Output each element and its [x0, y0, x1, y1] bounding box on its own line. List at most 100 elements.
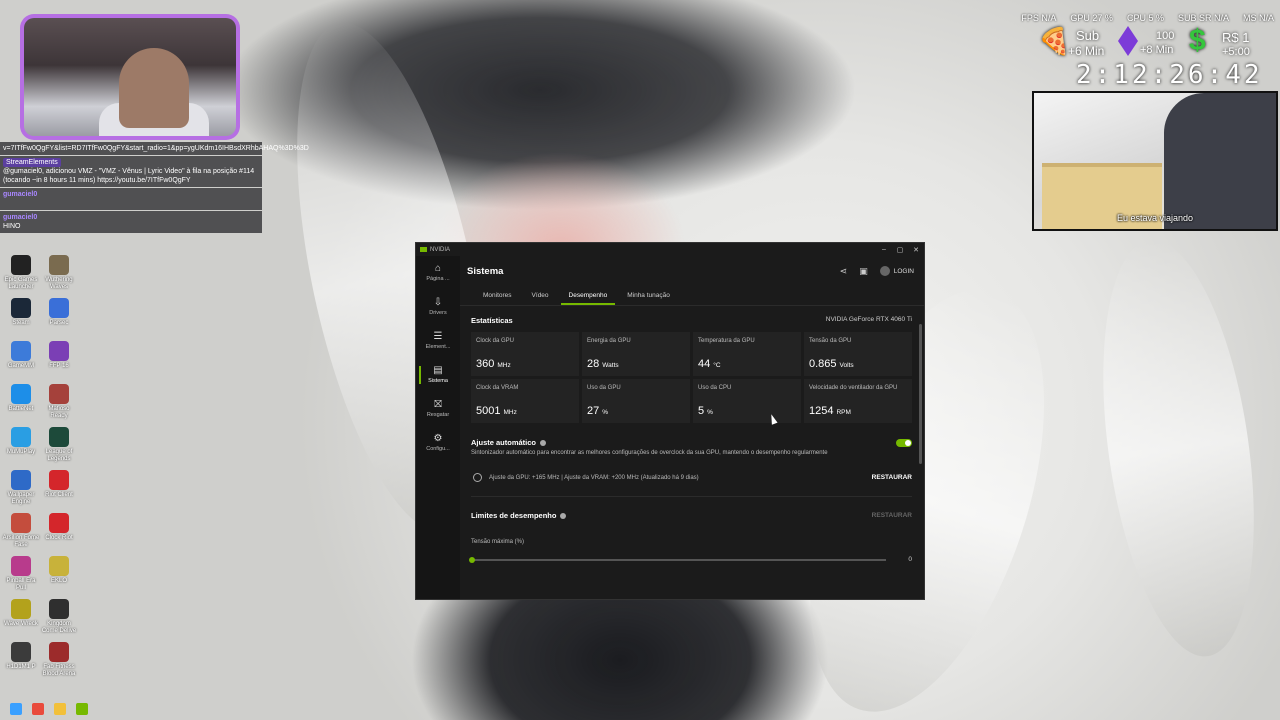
tab[interactable]: Minha tunação — [619, 292, 678, 305]
app-icon — [49, 599, 69, 619]
desktop-icon[interactable]: Kingdom Come Delive — [40, 599, 78, 635]
sidebar-item-label: Drivers — [429, 310, 447, 316]
desktop-icon[interactable]: League of Legends — [40, 427, 78, 463]
sidebar-item[interactable]: ⇩ Drivers — [416, 290, 460, 324]
desktop-icon[interactable]: Mafioso Ready — [40, 384, 78, 420]
desktop-icon-label: Parsec — [49, 320, 69, 326]
app-icon — [11, 255, 31, 275]
max-voltage-slider[interactable] — [469, 556, 886, 563]
nvidia-app-window: NVIDIA – ▢ ✕ ⌂ Página ... ⇩ Drivers ☰ Element… — [415, 242, 925, 600]
ms-stat: MS N/A — [1242, 13, 1274, 23]
login-button[interactable]: LOGIN — [879, 266, 914, 276]
desktop-icon[interactable]: Epic Games Launcher — [2, 255, 40, 291]
limits-restore-button[interactable]: RESTAURAR — [872, 512, 912, 519]
gpu-stat: GPU 27 % — [1070, 13, 1113, 23]
desktop-icon-label: MuMuPlay — [6, 449, 36, 455]
desktop-icon[interactable]: H1D1M1 P — [2, 642, 40, 671]
desktop-icon[interactable]: GameMM — [2, 341, 40, 370]
desktop-icon[interactable]: Wallpaper Engine — [2, 470, 40, 506]
desktop-icon-label: Clock Riot — [45, 535, 73, 541]
desktop-icon[interactable]: Steam — [2, 298, 40, 327]
stat-value: 5001 MHz — [476, 405, 517, 417]
donation-amount: R$ 1 — [1222, 30, 1250, 45]
stat-unit: Volts — [839, 362, 854, 369]
desktop-icon[interactable]: Clock Riot — [40, 513, 78, 542]
auto-tune-title: Ajuste automático — [471, 438, 547, 447]
desktop-icon[interactable]: Fab Fitness Blood Arena — [40, 642, 78, 678]
performance-content: Estatísticas NVIDIA GeForce RTX 4060 Ti … — [460, 306, 924, 563]
desktop-icon[interactable]: Pinball Era Pull — [2, 556, 40, 592]
desktop-icon[interactable]: BattleNet — [2, 384, 40, 413]
info-icon[interactable] — [560, 513, 567, 520]
app-icon — [49, 470, 69, 490]
app-icon — [11, 513, 31, 533]
sidebar-item[interactable]: ☰ Element... — [416, 324, 460, 358]
desktop-icon[interactable]: Arsilion Fome Fase — [2, 513, 40, 549]
nvidia-app-icon[interactable] — [76, 703, 88, 715]
stat-card: Temperatura da GPU 44 °C — [693, 332, 801, 376]
app-icon — [11, 599, 31, 619]
sidebar: ⌂ Página ... ⇩ Drivers ☰ Element... ▤ Sistema ⛝ R… — [416, 256, 460, 599]
desktop-icon[interactable]: MuMuPlay — [2, 427, 40, 456]
maximize-button[interactable]: ▢ — [892, 246, 908, 254]
windows-start-icon[interactable] — [10, 703, 22, 715]
max-voltage-label: Tensão máxima (%) — [471, 539, 525, 545]
desktop-icon-label: Wallpaper Engine — [7, 492, 35, 505]
auto-tune-toggle[interactable] — [896, 438, 912, 447]
stats-grid: Clock da GPU 360 MHz Energia da GPU 28 Watts T… — [471, 332, 912, 423]
sidebar-item[interactable]: ⚙ Configu... — [416, 426, 460, 460]
app-icon — [11, 427, 31, 447]
desktop-icon[interactable]: Wuthering Waves — [40, 255, 78, 291]
info-icon[interactable] — [540, 440, 547, 447]
app-icon — [11, 298, 31, 318]
video-caption: Eu estava viajando — [1116, 213, 1194, 223]
sidebar-item-label: Resgatar — [426, 412, 450, 418]
dollar-icon: $ — [1189, 24, 1206, 57]
tab-bar: Monitores Vídeo Desempenho Minha tunação — [460, 286, 924, 306]
slider-thumb[interactable] — [469, 556, 475, 563]
stat-card: Tensão da GPU 0.865 Volts — [804, 332, 912, 376]
app-icon — [49, 513, 69, 533]
nvidia-logo-icon — [420, 247, 427, 252]
stat-label: Tensão da GPU — [809, 338, 852, 344]
scrollbar[interactable] — [919, 324, 922, 464]
stat-label: Energia da GPU — [587, 338, 631, 344]
desktop-icon[interactable]: FFP 16 — [40, 341, 78, 370]
desktop-icon[interactable]: EKLO — [40, 556, 78, 585]
stat-unit: °C — [713, 362, 721, 369]
bits-count: 100 — [1156, 30, 1175, 42]
close-button[interactable]: ✕ — [908, 246, 924, 254]
auto-tune-section: Ajuste automático Sintonizador automátic… — [471, 438, 912, 497]
gpu-model: NVIDIA GeForce RTX 4060 Ti — [825, 316, 912, 323]
tab[interactable]: Monitores — [475, 292, 520, 305]
cpu-stat: CPU 5 % — [1126, 13, 1164, 23]
minimize-button[interactable]: – — [876, 246, 892, 253]
auto-tune-restore-button[interactable]: RESTAURAR — [872, 474, 912, 481]
desktop-icon[interactable]: Parsec — [40, 298, 78, 327]
tab[interactable]: Vídeo — [524, 292, 557, 305]
stat-value: 28 Watts — [587, 358, 619, 370]
window-titlebar[interactable]: NVIDIA – ▢ ✕ — [416, 243, 924, 256]
sidebar-item-label: Sistema — [428, 378, 448, 384]
avatar — [879, 266, 890, 276]
stat-value: 44 °C — [698, 358, 721, 370]
sidebar-item[interactable]: ⌂ Página ... — [416, 256, 460, 290]
desktop-icon-label: FFP 16 — [49, 363, 69, 369]
desktop-icon[interactable]: Riot Client — [40, 470, 78, 499]
share-icon[interactable]: ⋖ — [840, 266, 848, 277]
desktop-icon[interactable]: Wave Wreck — [2, 599, 40, 628]
file-explorer-icon[interactable] — [54, 703, 66, 715]
chrome-icon[interactable] — [32, 703, 44, 715]
app-icon — [11, 470, 31, 490]
login-label: LOGIN — [893, 267, 914, 275]
webcam-overlay — [20, 14, 240, 140]
chat-url-line: v=7ITfFw0QgFY&list=RD7ITfFw0QgFY&start_r… — [0, 142, 309, 155]
desktop-icon-label: Pinball Era Pull — [6, 578, 36, 591]
sidebar-item[interactable]: ⛝ Resgatar — [416, 392, 460, 426]
feedback-icon[interactable]: ▣ — [859, 266, 868, 277]
sidebar-item[interactable]: ▤ Sistema — [416, 358, 460, 392]
stat-card: Velocidade do ventilador da GPU 1254 RPM — [804, 379, 912, 423]
sidebar-item-label: Element... — [425, 344, 451, 350]
tab[interactable]: Desempenho — [560, 292, 616, 305]
bot-badge: StreamElements — [3, 158, 61, 167]
